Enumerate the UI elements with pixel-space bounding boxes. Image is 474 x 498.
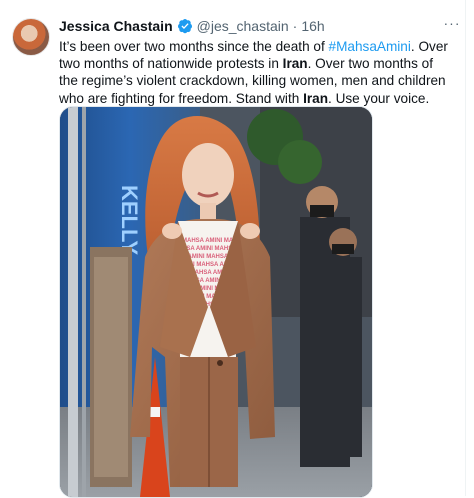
tweet-text-part: . Use your voice. [328, 90, 430, 106]
more-options-icon[interactable]: ··· [442, 16, 462, 34]
tweet-text-bold: Iran [303, 90, 329, 106]
tweet-photo[interactable]: KELLY MAHSA AMINI MAHSA AMINI MAHSA AMIN… [59, 106, 373, 498]
photo-sign-text: KELLY [117, 185, 142, 255]
tweet-text-part: It’s been over two months since the deat… [59, 39, 329, 54]
tweet[interactable]: Jessica Chastain @jes_chastain · 16h ···… [0, 0, 474, 498]
tweet-text-bold: Iran [282, 56, 308, 72]
hashtag-link[interactable]: #MahsaAmini [329, 39, 411, 54]
author-name[interactable]: Jessica Chastain [59, 18, 173, 34]
svg-text:KELLY: KELLY [117, 185, 142, 255]
author-handle[interactable]: @jes_chastain [197, 18, 289, 34]
tweet-text: It’s been over two months since the deat… [59, 38, 451, 107]
divider [465, 0, 466, 496]
photo-illustration: KELLY MAHSA AMINI MAHSA AMINI MAHSA AMIN… [60, 107, 372, 497]
timestamp[interactable]: 16h [301, 18, 324, 34]
tweet-header: Jessica Chastain @jes_chastain · 16h [59, 16, 462, 36]
separator-dot: · [292, 18, 298, 34]
verified-badge-icon [177, 19, 192, 34]
avatar[interactable] [12, 18, 50, 56]
